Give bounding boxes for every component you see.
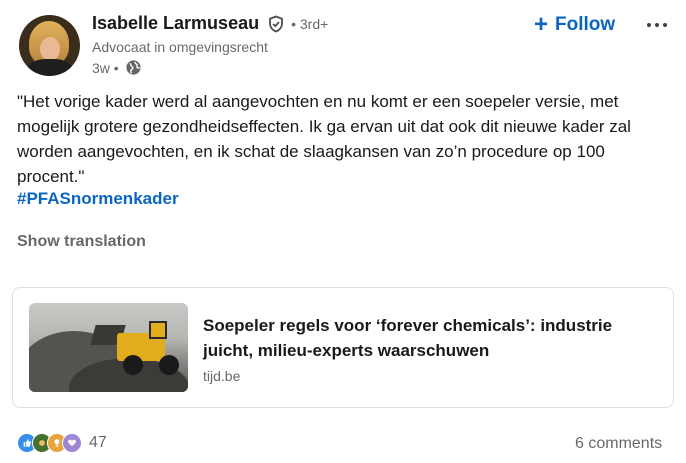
post-time: 3w • — [92, 59, 119, 76]
reactions-summary[interactable]: 47 — [17, 433, 107, 453]
support-icon — [62, 433, 82, 453]
follow-label: Follow — [555, 14, 616, 35]
author-headline: Advocaat in omgevingsrecht — [92, 39, 268, 55]
reaction-count: 47 — [89, 434, 107, 451]
article-card[interactable]: Soepeler regels voor ‘forever chemicals’… — [12, 287, 674, 408]
author-name-row: Isabelle Larmuseau • 3rd+ — [92, 13, 328, 34]
plus-icon: + — [534, 11, 549, 38]
article-thumbnail — [29, 303, 188, 392]
comments-count-link[interactable]: 6 comments — [575, 435, 662, 453]
author-avatar[interactable] — [19, 15, 80, 76]
show-translation-button[interactable]: Show translation — [17, 233, 146, 251]
post-text: "Het vorige kader werd al aangevochten e… — [17, 92, 631, 186]
follow-button[interactable]: + Follow — [534, 10, 615, 40]
connection-degree: • 3rd+ — [291, 15, 329, 32]
more-horizontal-icon[interactable] — [642, 14, 672, 36]
post-meta: 3w • — [92, 59, 142, 76]
globe-icon — [126, 60, 141, 75]
hashtag-link[interactable]: #PFASnormenkader — [17, 189, 179, 209]
article-source: tijd.be — [203, 368, 241, 384]
verified-shield-icon — [269, 15, 283, 32]
author-name[interactable]: Isabelle Larmuseau — [92, 13, 259, 34]
article-title: Soepeler regels voor ‘forever chemicals’… — [203, 316, 613, 360]
